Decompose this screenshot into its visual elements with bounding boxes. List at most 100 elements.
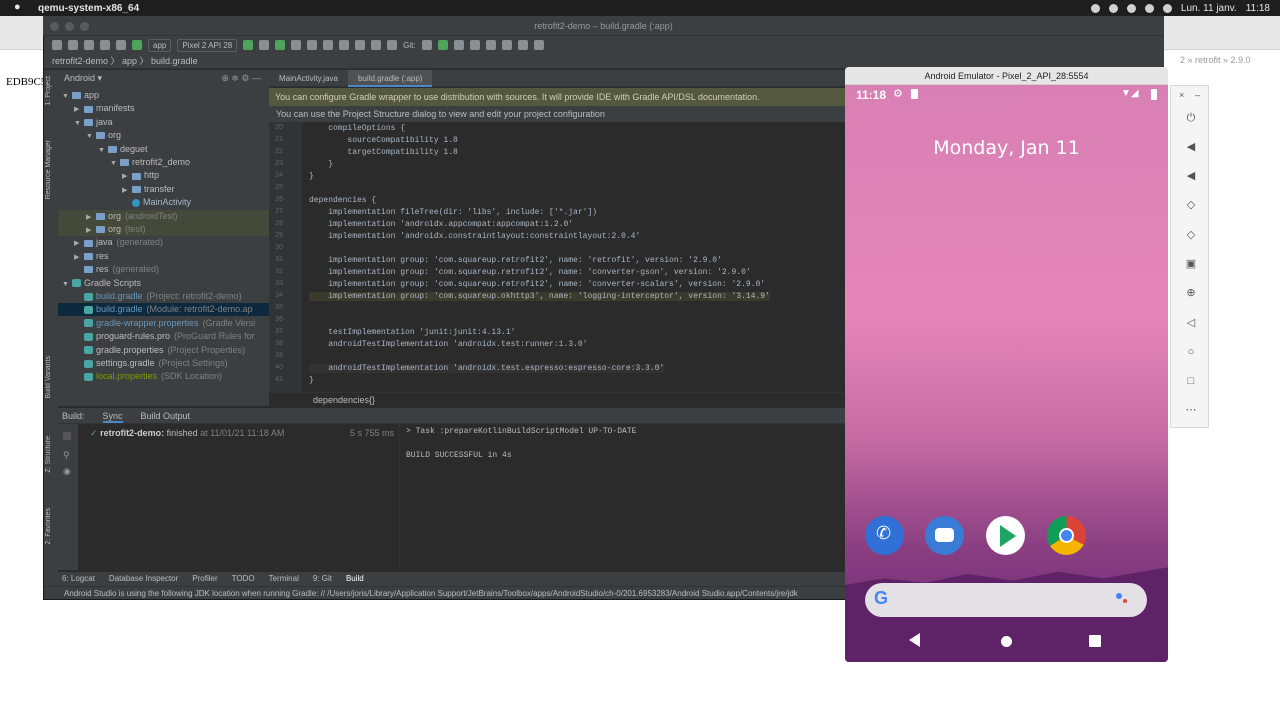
git-update-icon[interactable] [421, 40, 432, 50]
home-icon[interactable]: ○ [1185, 346, 1197, 358]
rerun-icon[interactable] [259, 40, 270, 50]
chrome-app-icon[interactable] [1047, 516, 1086, 555]
bottom-tab[interactable]: TODO [232, 572, 255, 586]
project-structure-icon[interactable] [501, 40, 512, 50]
forward-icon[interactable] [116, 40, 126, 50]
expand-arrow-icon[interactable]: ▼ [74, 117, 84, 130]
menu-date[interactable]: Lun. 11 janv. [1181, 3, 1237, 14]
git-commit-icon[interactable] [437, 40, 448, 50]
zoom-window-icon[interactable] [80, 22, 89, 31]
project-view-select[interactable]: Android [64, 73, 95, 83]
editor-breadcrumb[interactable]: dependencies{} [269, 392, 845, 407]
more-icon[interactable]: ⋯ [1185, 404, 1197, 416]
eye-icon[interactable]: ◉ [63, 466, 71, 477]
build-variants-tab[interactable]: Build Variants [45, 356, 52, 399]
expand-arrow-icon[interactable]: ▶ [74, 251, 84, 264]
sync-icon[interactable] [84, 40, 94, 50]
overview-icon[interactable]: □ [1185, 375, 1197, 387]
home-nav-icon[interactable] [1001, 636, 1012, 647]
gradle-sync-icon[interactable] [355, 40, 366, 50]
code-line[interactable]: implementation group: 'com.squareup.retr… [309, 268, 750, 277]
tree-item[interactable]: build.gradle (Module: retrofit2-demo.ap [58, 303, 269, 317]
expand-arrow-icon[interactable]: ▼ [110, 157, 120, 170]
code-line[interactable]: } [309, 160, 333, 169]
bottom-tab[interactable]: 9: Git [313, 572, 332, 586]
editor-tab[interactable]: MainActivity.java [269, 70, 348, 87]
expand-arrow-icon[interactable]: ▶ [86, 224, 96, 237]
rotate-right-icon[interactable]: ◇ [1185, 229, 1197, 241]
expand-arrow-icon[interactable]: ▼ [98, 144, 108, 157]
tree-item[interactable]: ▼ retrofit2_demo [58, 156, 269, 169]
expand-arrow-icon[interactable]: ▶ [86, 211, 96, 224]
minimize-emulator-icon[interactable]: – [1195, 90, 1200, 100]
build-output-tab[interactable]: Build Output [141, 408, 191, 423]
play-icon[interactable] [1108, 3, 1118, 13]
stop-icon[interactable] [339, 40, 350, 50]
device-select[interactable]: Pixel 2 API 28 [177, 38, 238, 52]
tree-item[interactable]: ▶ manifests [58, 102, 269, 115]
code-line[interactable]: implementation fileTree(dir: 'libs', inc… [309, 208, 597, 217]
zoom-icon[interactable]: ⊕ [1185, 287, 1197, 299]
sync-tab[interactable]: Sync [102, 408, 123, 423]
debug-icon[interactable] [275, 40, 286, 50]
phone-app-icon[interactable]: ✆ [865, 516, 904, 555]
bottom-tab[interactable]: Build [346, 572, 364, 586]
gradle-wrapper-banner[interactable]: You can configure Gradle wrapper to use … [269, 88, 845, 106]
run-icon[interactable] [243, 40, 254, 50]
tree-item[interactable]: ▼ deguet [58, 143, 269, 156]
tree-item[interactable]: ▶ http [58, 169, 269, 182]
expand-arrow-icon[interactable]: ▶ [122, 184, 132, 197]
bottom-tab[interactable]: Profiler [192, 572, 217, 586]
project-structure-banner[interactable]: You can use the Project Structure dialog… [269, 106, 845, 122]
terminal-icon[interactable] [517, 40, 528, 50]
rotate-left-icon[interactable]: ◇ [1185, 199, 1197, 211]
save-icon[interactable] [68, 40, 78, 50]
code-line[interactable]: implementation group: 'com.squareup.retr… [309, 280, 765, 289]
apple-icon[interactable]: ● [14, 1, 21, 13]
project-view-actions-icon[interactable]: ⊕ ≑ ⚙ — [221, 70, 261, 86]
code-line[interactable]: sourceCompatibility 1.8 [309, 136, 457, 145]
sdk-manager-icon[interactable] [387, 40, 398, 50]
menu-time[interactable]: 11:18 [1246, 3, 1270, 14]
project-tool-tab[interactable]: 1: Project [45, 76, 52, 106]
bottom-tab[interactable]: Database Inspector [109, 572, 178, 586]
tree-item[interactable]: ▶ transfer [58, 183, 269, 196]
coverage-icon[interactable] [291, 40, 302, 50]
tree-item[interactable]: MainActivity [58, 196, 269, 209]
search-icon[interactable] [533, 40, 544, 50]
messages-app-icon[interactable] [925, 516, 964, 555]
tree-item[interactable]: ▼ java [58, 116, 269, 129]
expand-arrow-icon[interactable]: ▼ [86, 130, 96, 143]
power-icon[interactable]: ⏻ [1185, 112, 1197, 124]
code-line[interactable]: implementation group: 'com.squareup.retr… [309, 256, 722, 265]
home-date[interactable]: Monday, Jan 11 [845, 137, 1168, 159]
code-line[interactable]: testImplementation 'junit:junit:4.13.1' [309, 328, 515, 337]
favorites-tab[interactable]: 2: Favorites [45, 508, 52, 545]
code-line[interactable]: implementation 'androidx.constraintlayou… [309, 232, 640, 241]
code-line[interactable]: } [309, 376, 314, 385]
run-config-select[interactable]: app [148, 38, 172, 52]
device-screen[interactable]: 11:18 ⚙ ▼◢ Monday, Jan 11 ✆ G [845, 85, 1168, 662]
avd-manager-icon[interactable] [371, 40, 382, 50]
tree-item[interactable]: local.properties (SDK Location) [58, 370, 269, 383]
back-icon[interactable] [100, 40, 110, 50]
expand-arrow-icon[interactable]: ▶ [74, 237, 84, 250]
editor-tab[interactable]: build.gradle (:app) [347, 69, 433, 87]
code-line[interactable]: implementation 'androidx.appcompat:appco… [309, 220, 573, 229]
code-line[interactable]: } [309, 172, 314, 181]
tree-item[interactable]: ▼ Gradle Scripts [58, 277, 269, 290]
code-line[interactable]: dependencies { [309, 196, 376, 205]
structure-tab[interactable]: Z: Structure [45, 436, 52, 473]
resource-manager-tab[interactable]: Resource Manager [45, 140, 52, 200]
assistant-icon[interactable] [1116, 593, 1122, 599]
recents-nav-icon[interactable] [1089, 635, 1101, 647]
wifi-icon[interactable] [1144, 3, 1154, 13]
play-store-app-icon[interactable] [986, 516, 1025, 555]
code-editor[interactable]: compileOptions { sourceCompatibility 1.8… [269, 122, 845, 392]
code-line[interactable]: targetCompatibility 1.8 [309, 148, 457, 157]
bottom-tab[interactable]: Terminal [269, 572, 299, 586]
code-line[interactable]: compileOptions { [309, 124, 405, 133]
tree-item[interactable]: res (generated) [58, 263, 269, 276]
tree-item[interactable]: build.gradle (Project: retrofit2-demo) [58, 290, 269, 303]
tree-item[interactable]: ▶ java (generated) [58, 236, 269, 249]
